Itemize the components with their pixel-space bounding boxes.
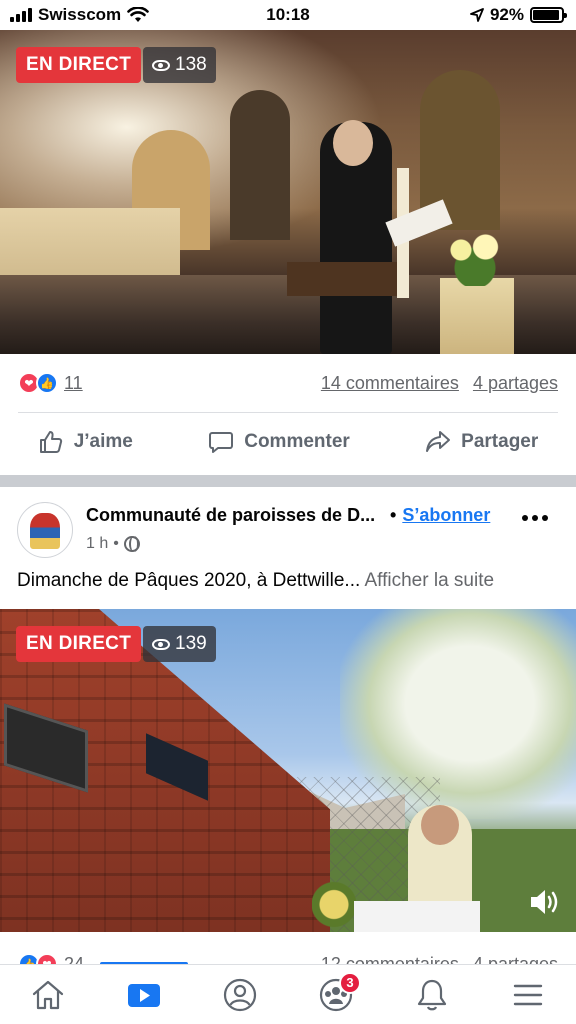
tab-menu[interactable]	[503, 970, 553, 1020]
globe-icon	[123, 536, 140, 552]
comment-button[interactable]: Commenter	[208, 429, 350, 455]
more-options-button[interactable]	[522, 515, 548, 521]
eye-icon	[152, 638, 170, 650]
battery-fill	[533, 10, 559, 20]
comment-icon	[209, 432, 234, 453]
engagement-links: 14 commentaires 4 partages	[321, 373, 558, 394]
reaction-count[interactable]: 11	[64, 373, 83, 394]
post-time[interactable]: 1 h	[86, 535, 108, 553]
page-avatar[interactable]	[17, 502, 73, 558]
lectern	[287, 262, 397, 296]
post-header: Communauté de paroisses de D... • S’abonn…	[0, 495, 576, 565]
bottom-tab-bar: 3	[0, 964, 576, 1024]
post-actions: J’aime Commenter Partager	[0, 413, 576, 471]
tab-watch[interactable]	[119, 970, 169, 1020]
comments-link[interactable]: 14 commentaires	[321, 373, 459, 394]
priest-head	[333, 120, 373, 166]
share-icon	[426, 431, 451, 452]
flower-pedestal	[440, 278, 514, 354]
flower-arrangement	[312, 877, 356, 932]
meta-separator: •	[113, 535, 119, 552]
viewer-count-badge: 139	[143, 626, 216, 662]
comment-label: Commenter	[244, 431, 350, 452]
flower-arrangement	[440, 226, 510, 286]
reaction-icons[interactable]: ❤ 👍	[18, 372, 58, 394]
status-right: 92%	[470, 5, 567, 25]
feed-separator	[0, 475, 576, 487]
like-reaction-icon: 👍	[36, 372, 58, 394]
share-button[interactable]: Partager	[425, 429, 538, 455]
home-icon	[32, 980, 64, 1009]
viewer-count: 139	[175, 633, 207, 654]
like-button[interactable]: J’aime	[38, 429, 133, 455]
tab-profile[interactable]	[215, 970, 265, 1020]
live-video-1[interactable]: EN DIRECT 138	[0, 30, 576, 354]
watch-icon	[128, 983, 160, 1007]
viewer-count-badge: 138	[143, 47, 216, 83]
share-label: Partager	[461, 431, 539, 452]
reactions-summary: ❤ 👍 11 14 commentaires 4 partages	[0, 354, 576, 412]
post-meta: 1 h •	[86, 535, 140, 553]
live-video-2[interactable]: EN DIRECT 139	[0, 609, 576, 932]
page-name[interactable]: Communauté de paroisses de D...	[86, 505, 375, 526]
location-arrow-icon	[470, 8, 484, 22]
post-text: Dimanche de Pâques 2020, à Dettwille... …	[17, 570, 494, 592]
profile-icon	[223, 978, 257, 1011]
follow-link[interactable]: S’abonner	[402, 505, 490, 525]
like-label: J’aime	[73, 431, 133, 452]
parish-logo	[30, 513, 60, 549]
outdoor-altar	[354, 901, 480, 932]
status-bar: Swisscom 10:18 92%	[0, 0, 576, 30]
shares-link[interactable]: 4 partages	[473, 373, 558, 394]
battery-percent: 92%	[489, 5, 524, 24]
post-body: Dimanche de Pâques 2020, à Dettwille...	[17, 570, 361, 591]
church-arch	[230, 90, 290, 240]
follow-area: • S’abonner	[390, 505, 490, 526]
thumbs-up-icon	[39, 431, 62, 453]
tab-home[interactable]	[23, 970, 73, 1020]
sound-on-icon[interactable]	[528, 885, 562, 919]
tab-groups[interactable]: 3	[311, 970, 361, 1020]
tab-notifications[interactable]	[407, 970, 457, 1020]
follow-separator: •	[390, 505, 397, 525]
notifications-icon	[417, 979, 447, 1010]
menu-icon	[513, 984, 543, 1005]
battery-icon	[530, 7, 567, 23]
viewer-count: 138	[175, 54, 207, 75]
notification-badge: 3	[339, 971, 361, 994]
priest-head	[421, 805, 459, 845]
eye-icon	[152, 59, 170, 71]
live-badge: EN DIRECT	[16, 47, 142, 83]
live-badge: EN DIRECT	[16, 626, 142, 662]
see-more-link[interactable]: Afficher la suite	[360, 570, 494, 591]
